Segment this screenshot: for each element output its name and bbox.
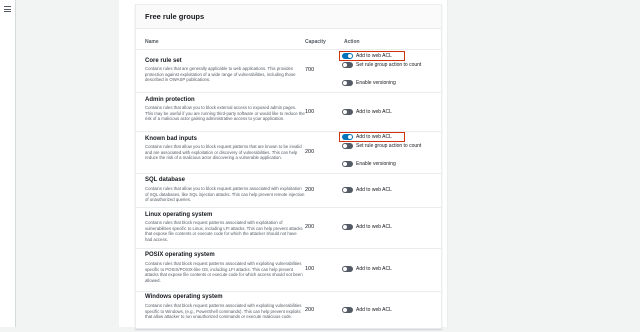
rule-name: SQL database <box>145 177 185 183</box>
rule-name: Known bad inputs <box>145 136 197 142</box>
toggle-label: Add to web ACL <box>356 53 392 59</box>
rule-capacity: 200 <box>305 149 315 155</box>
rule-description: Contains rules that are generally applic… <box>145 66 296 83</box>
rule-description: Contains rules that block request patter… <box>145 303 302 320</box>
toggle-label: Add to web ACL <box>356 307 392 313</box>
column-header-action: Action <box>344 39 360 45</box>
column-header-name: Name <box>145 39 159 45</box>
toggle-label: Set rule group action to count <box>356 143 422 149</box>
rule-capacity: 200 <box>305 187 315 193</box>
toggle-switch[interactable] <box>342 109 353 115</box>
toggle-label: Set rule group action to count <box>356 62 422 68</box>
table-row: Admin protection Contains rules that all… <box>136 93 441 132</box>
hamburger-icon[interactable] <box>4 6 11 12</box>
table-row: Linux operating system Contains rules th… <box>136 208 441 249</box>
toggle-switch[interactable] <box>342 53 353 59</box>
toggle-switch[interactable] <box>342 224 353 230</box>
rule-name: Admin protection <box>145 97 195 103</box>
rule-description: Contains rules that allow you to block e… <box>145 105 305 122</box>
left-nav-rail <box>0 0 16 327</box>
rule-capacity: 100 <box>305 109 315 115</box>
rule-capacity: 100 <box>305 266 315 272</box>
toggle-switch[interactable] <box>342 80 353 86</box>
rule-name: Core rule set <box>145 58 182 64</box>
table-row: Known bad inputs Contains rules that all… <box>136 132 441 174</box>
rule-name: Windows operating system <box>145 294 223 300</box>
table-row: SQL database Contains rules that allow y… <box>136 174 441 208</box>
rule-description: Contains rules that block request patter… <box>145 220 303 242</box>
toggle-label: Add to web ACL <box>356 266 392 272</box>
rule-name: Linux operating system <box>145 212 213 218</box>
rule-description: Contains rules that block request patter… <box>145 261 303 283</box>
toggle-switch[interactable] <box>342 143 353 149</box>
table-row: Windows operating system Contains rules … <box>136 292 441 332</box>
toggle-label: Add to web ACL <box>356 109 392 115</box>
table-row: Core rule set Contains rules that are ge… <box>136 50 441 93</box>
table-header: Name Capacity Action <box>136 35 441 50</box>
panel-header: Free rule groups <box>136 5 441 29</box>
toggle-label: Add to web ACL <box>356 187 392 193</box>
column-header-capacity: Capacity <box>305 39 326 45</box>
toggle-switch[interactable] <box>342 161 353 167</box>
rule-name: POSIX operating system <box>145 252 215 258</box>
panel-title: Free rule groups <box>145 12 205 21</box>
content-divider <box>447 0 448 327</box>
toggle-switch[interactable] <box>342 62 353 68</box>
rule-description: Contains rules that allow you to block r… <box>145 186 305 203</box>
table-row: POSIX operating system Contains rules th… <box>136 249 441 292</box>
toggle-switch[interactable] <box>342 187 353 193</box>
rule-description: Contains rules that allow you to block r… <box>145 144 302 161</box>
free-rule-groups-panel: Free rule groups Name Capacity Action Co… <box>135 4 442 329</box>
toggle-label: Add to web ACL <box>356 134 392 140</box>
toggle-switch[interactable] <box>342 134 353 140</box>
rule-capacity: 700 <box>305 67 315 73</box>
toggle-label: Enable versioning <box>356 80 396 86</box>
toggle-label: Add to web ACL <box>356 224 392 230</box>
toggle-switch[interactable] <box>342 266 353 272</box>
toggle-label: Enable versioning <box>356 161 396 167</box>
toggle-switch[interactable] <box>342 307 353 313</box>
rule-capacity: 200 <box>305 307 315 313</box>
rule-capacity: 200 <box>305 224 315 230</box>
